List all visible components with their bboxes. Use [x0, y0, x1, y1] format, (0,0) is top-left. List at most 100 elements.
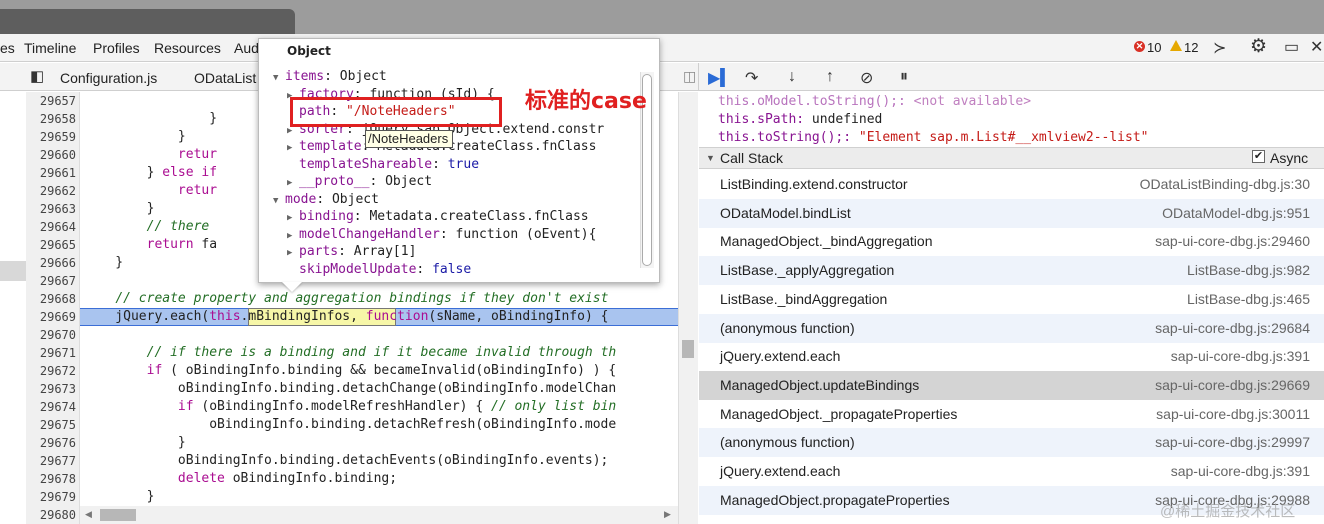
tab-sources[interactable]: es	[0, 40, 15, 56]
call-frame[interactable]: ListBase._bindAggregation ListBase-dbg.js…	[699, 285, 1324, 314]
collapsed-triangle-icon[interactable]: ▶	[287, 228, 299, 245]
async-checkbox[interactable]: ✔	[1252, 150, 1265, 163]
line-number[interactable]: 29673	[26, 380, 76, 398]
line-number[interactable]: 29676	[26, 434, 76, 452]
editor-horizontal-scrollbar[interactable]	[80, 506, 678, 524]
expanded-triangle-icon[interactable]: ▼	[273, 70, 285, 87]
scroll-left-icon[interactable]: ◀	[85, 509, 92, 520]
line-number[interactable]: 29665	[26, 236, 76, 254]
line-number[interactable]: 29661	[26, 164, 76, 182]
line-number[interactable]: 29669	[26, 308, 76, 326]
warning-icon[interactable]	[1170, 40, 1182, 51]
line-number[interactable]: 29680	[26, 506, 76, 524]
line-number[interactable]: 29660	[26, 146, 76, 164]
call-stack-header[interactable]	[699, 147, 1324, 169]
resume-icon[interactable]: ▶▍	[708, 68, 733, 88]
line-number[interactable]: 29677	[26, 452, 76, 470]
line-number[interactable]: 29675	[26, 416, 76, 434]
console-drawer-icon[interactable]: ≻	[1213, 41, 1226, 57]
call-frame[interactable]: ManagedObject.updateBindings sap-ui-core-…	[699, 370, 1324, 400]
call-frame[interactable]: ListBinding.extend.constructor ODataListB…	[699, 170, 1324, 199]
deactivate-breakpoints-icon[interactable]: ⊘	[860, 68, 873, 88]
call-frame-location[interactable]: sap-ui-core-dbg.js:391	[1171, 463, 1310, 479]
warning-count[interactable]: 12	[1184, 40, 1198, 55]
call-frame[interactable]: ListBase._applyAggregation ListBase-dbg.j…	[699, 256, 1324, 286]
collapsed-triangle-icon[interactable]: ▶	[287, 140, 299, 157]
step-into-icon[interactable]: ↓	[788, 68, 796, 86]
call-frame[interactable]: (anonymous function) sap-ui-core-dbg.js:2…	[699, 313, 1324, 343]
line-number[interactable]: 29671	[26, 344, 76, 362]
line-number[interactable]: 29659	[26, 128, 76, 146]
toggle-navigator-icon[interactable]: ◧	[30, 69, 44, 85]
call-frame-location[interactable]: sap-ui-core-dbg.js:29684	[1155, 320, 1310, 336]
call-frame-location[interactable]: ODataModel-dbg.js:951	[1162, 205, 1310, 221]
object-property-row[interactable]: ▶ parts: Array[1]	[287, 243, 416, 262]
line-number[interactable]: 29663	[26, 200, 76, 218]
line-number[interactable]: 29657	[26, 92, 76, 110]
line-number[interactable]: 29664	[26, 218, 76, 236]
watch-expression[interactable]: this.toString();: "Element sap.m.List#__…	[718, 129, 1148, 147]
call-frame-location[interactable]: ODataListBinding-dbg.js:30	[1140, 176, 1310, 192]
call-frame[interactable]: jQuery.extend.each sap-ui-core-dbg.js:391	[699, 457, 1324, 486]
line-number[interactable]: 29670	[26, 326, 76, 344]
call-frame-location[interactable]: sap-ui-core-dbg.js:29669	[1155, 377, 1310, 393]
line-number[interactable]: 29667	[26, 272, 76, 290]
call-frame-location[interactable]: sap-ui-core-dbg.js:29997	[1155, 434, 1310, 450]
pause-on-exceptions-icon[interactable]: ⏸	[900, 68, 908, 86]
close-icon[interactable]: ✕	[1310, 40, 1323, 56]
object-property-row[interactable]: ▼ mode: Object	[273, 191, 379, 210]
toggle-debugger-icon[interactable]: ◫	[683, 68, 696, 84]
scroll-right-icon[interactable]: ▶	[664, 509, 671, 520]
code-line: // there	[146, 219, 210, 234]
object-property-row[interactable]: ▶ __proto__: Object	[287, 173, 432, 192]
call-frame-location[interactable]: ListBase-dbg.js:982	[1187, 262, 1310, 278]
collapsed-triangle-icon[interactable]: ▶	[287, 245, 299, 262]
tab-resources[interactable]: Resources	[154, 40, 221, 56]
file-tab-configuration[interactable]: Configuration.js	[60, 70, 157, 86]
editor-scroll-thumb[interactable]	[682, 340, 694, 358]
watch-expression[interactable]: this.sPath: undefined	[718, 111, 882, 129]
line-number[interactable]: 29674	[26, 398, 76, 416]
step-out-icon[interactable]: ↑	[826, 68, 834, 86]
call-frame[interactable]: ManagedObject._bindAggregation sap-ui-cor…	[699, 227, 1324, 256]
line-number[interactable]: 29658	[26, 110, 76, 128]
editor-vertical-scrollbar[interactable]	[678, 92, 698, 524]
expanded-triangle-icon[interactable]: ▼	[273, 193, 285, 210]
line-number[interactable]: 29672	[26, 362, 76, 380]
code-line: }	[84, 435, 186, 450]
collapsed-triangle-icon[interactable]: ▶	[287, 210, 299, 227]
tab-audits[interactable]: Aud	[234, 40, 259, 56]
collapsed-triangle-icon[interactable]: ▶	[287, 175, 299, 192]
error-count[interactable]: 10	[1147, 40, 1161, 55]
call-frame[interactable]: (anonymous function) sap-ui-core-dbg.js:2…	[699, 428, 1324, 458]
object-property-row[interactable]: ▼ items: Object	[273, 68, 387, 87]
browser-tab[interactable]	[0, 9, 295, 34]
error-icon[interactable]: ✕	[1134, 41, 1145, 52]
line-number[interactable]: 29679	[26, 488, 76, 506]
step-over-icon[interactable]: ↷	[745, 68, 758, 88]
call-frame-location[interactable]: sap-ui-core-dbg.js:391	[1171, 348, 1310, 364]
call-frame-location[interactable]: sap-ui-core-dbg.js:29460	[1155, 233, 1310, 249]
line-number[interactable]: 29668	[26, 290, 76, 308]
line-number[interactable]: 29662	[26, 182, 76, 200]
call-frame[interactable]: ManagedObject._propagateProperties sap-ui…	[699, 400, 1324, 429]
call-frame[interactable]: ODataModel.bindList ODataModel-dbg.js:951	[699, 198, 1324, 228]
call-stack-title[interactable]: Call Stack	[720, 150, 783, 166]
object-property-row[interactable]: ▶ binding: Metadata.createClass.fnClass	[287, 208, 589, 227]
dock-icon[interactable]: ▭	[1284, 40, 1299, 56]
file-tab-odatalist[interactable]: ODataList	[194, 70, 256, 86]
navigator-selected-item[interactable]	[0, 261, 26, 281]
call-frame-location[interactable]: ListBase-dbg.js:465	[1187, 291, 1310, 307]
collapse-triangle-icon[interactable]: ▼	[706, 153, 715, 163]
line-number[interactable]: 29678	[26, 470, 76, 488]
line-number[interactable]: 29666	[26, 254, 76, 272]
call-frame[interactable]: jQuery.extend.each sap-ui-core-dbg.js:391	[699, 342, 1324, 371]
editor-hscroll-thumb[interactable]	[100, 509, 136, 521]
tab-profiles[interactable]: Profiles	[93, 40, 140, 56]
object-property-row[interactable]: ▶ modelChangeHandler: function (oEvent){	[287, 226, 596, 245]
call-frame-location[interactable]: sap-ui-core-dbg.js:30011	[1156, 406, 1310, 422]
async-label[interactable]: Async	[1270, 150, 1308, 166]
watch-expression[interactable]: this.oModel.toString();: <not available>	[718, 93, 1031, 111]
tab-timeline[interactable]: Timeline	[24, 40, 76, 56]
gear-icon[interactable]: ⚙	[1250, 37, 1267, 56]
